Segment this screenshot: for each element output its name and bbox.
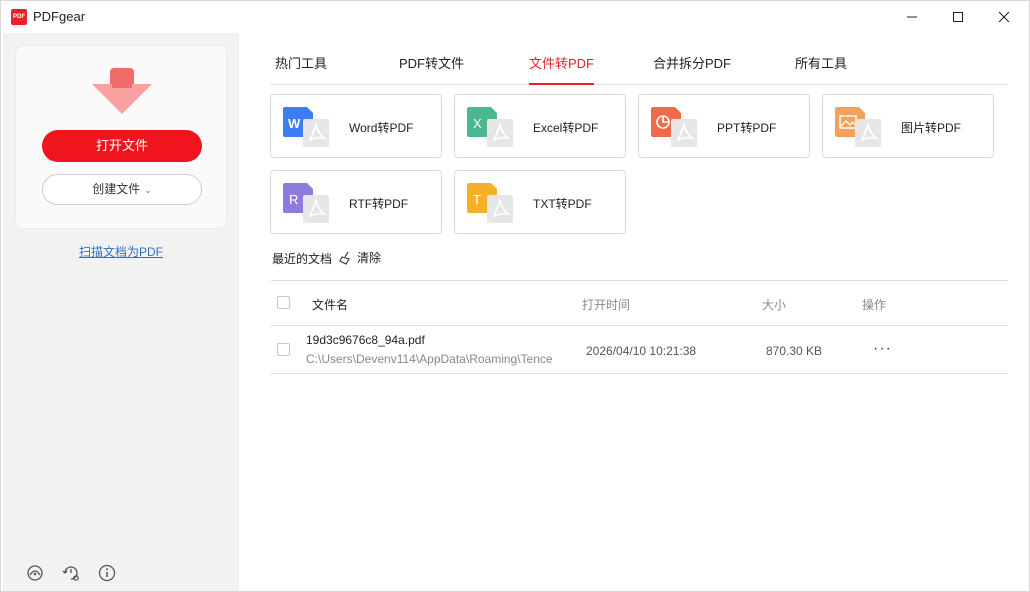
- file-size: 870.30 KB: [766, 344, 823, 358]
- create-file-button[interactable]: 创建文件 ⌄: [42, 174, 202, 205]
- broom-icon: [339, 251, 350, 265]
- chevron-down-icon: ⌄: [144, 185, 152, 195]
- image-to-pdf-icon: [835, 107, 881, 147]
- info-icon[interactable]: [97, 563, 117, 583]
- pdfgear-logo-icon: PDF: [11, 9, 27, 25]
- close-icon: [998, 11, 1010, 23]
- open-file-card: 打开文件 创建文件 ⌄: [15, 45, 227, 229]
- tab-pdf-to-file[interactable]: PDF转文件: [399, 53, 464, 84]
- select-all-checkbox[interactable]: [277, 296, 290, 309]
- file-name[interactable]: 19d3c9676c8_94a.pdf: [306, 333, 425, 347]
- rtf-to-pdf-card[interactable]: R RTF转PDF: [270, 170, 442, 234]
- file-opened-time: 2026/04/10 10:21:38: [586, 344, 697, 358]
- column-header-actions: 操作: [862, 298, 887, 312]
- svg-text:W: W: [288, 116, 301, 131]
- app-window: PDF PDFgear 打开文件 创建文件 ⌄ 扫描文档为PDF 热门工具 PD…: [0, 0, 1030, 592]
- category-tabs: 热门工具 PDF转文件 文件转PDF 合并拆分PDF 所有工具: [271, 53, 1008, 85]
- divider: [271, 325, 1008, 326]
- word-to-pdf-icon: W: [283, 107, 329, 147]
- create-file-label: 创建文件: [92, 182, 141, 196]
- txt-to-pdf-icon: T: [467, 183, 513, 223]
- maximize-icon: [953, 12, 963, 22]
- support-icon[interactable]: [25, 563, 45, 583]
- row-checkbox[interactable]: [277, 343, 290, 356]
- svg-text:R: R: [289, 192, 298, 207]
- app-title: PDFgear: [33, 9, 86, 24]
- tool-label: Word转PDF: [349, 121, 414, 135]
- image-to-pdf-card[interactable]: 图片转PDF: [822, 94, 994, 158]
- minimize-icon: [907, 16, 917, 18]
- more-actions-button[interactable]: ···: [873, 341, 895, 358]
- ppt-to-pdf-icon: [651, 107, 697, 147]
- excel-to-pdf-card[interactable]: X Excel转PDF: [454, 94, 626, 158]
- svg-text:T: T: [473, 192, 481, 207]
- tool-label: 图片转PDF: [901, 121, 962, 135]
- tool-label: RTF转PDF: [349, 197, 409, 211]
- clear-button[interactable]: 清除: [339, 249, 381, 266]
- svg-text:X: X: [473, 116, 482, 131]
- rtf-to-pdf-icon: R: [283, 183, 329, 223]
- ppt-to-pdf-card[interactable]: PPT转PDF: [638, 94, 810, 158]
- word-to-pdf-card[interactable]: W Word转PDF: [270, 94, 442, 158]
- tool-label: TXT转PDF: [533, 197, 592, 211]
- excel-to-pdf-icon: X: [467, 107, 513, 147]
- clear-label: 清除: [357, 251, 382, 265]
- file-path: C:\Users\Devenv114\AppData\Roaming\Tence: [306, 352, 553, 366]
- divider: [271, 373, 1008, 374]
- column-header-opened[interactable]: 打开时间: [582, 296, 630, 313]
- tab-popular-tools[interactable]: 热门工具: [275, 53, 327, 84]
- txt-to-pdf-card[interactable]: T TXT转PDF: [454, 170, 626, 234]
- tab-all-tools[interactable]: 所有工具: [795, 53, 847, 84]
- close-button[interactable]: [981, 1, 1027, 33]
- column-header-name[interactable]: 文件名: [312, 296, 348, 313]
- open-file-button[interactable]: 打开文件: [42, 130, 202, 162]
- sidebar: 打开文件 创建文件 ⌄ 扫描文档为PDF: [3, 33, 239, 591]
- tab-file-to-pdf[interactable]: 文件转PDF: [529, 53, 595, 85]
- minimize-button[interactable]: [889, 1, 935, 33]
- column-header-size[interactable]: 大小: [762, 296, 786, 313]
- tab-merge-split-pdf[interactable]: 合并拆分PDF: [653, 53, 731, 84]
- maximize-button[interactable]: [935, 1, 981, 33]
- divider: [271, 280, 1008, 281]
- scan-to-pdf-link[interactable]: 扫描文档为PDF: [3, 243, 239, 260]
- download-arrow-icon: [92, 68, 152, 114]
- recent-documents-title: 最近的文档: [272, 252, 333, 266]
- title-bar: PDF PDFgear: [1, 1, 1029, 33]
- tool-label: Excel转PDF: [533, 121, 599, 135]
- tool-label: PPT转PDF: [717, 121, 777, 135]
- history-settings-icon[interactable]: [61, 563, 81, 583]
